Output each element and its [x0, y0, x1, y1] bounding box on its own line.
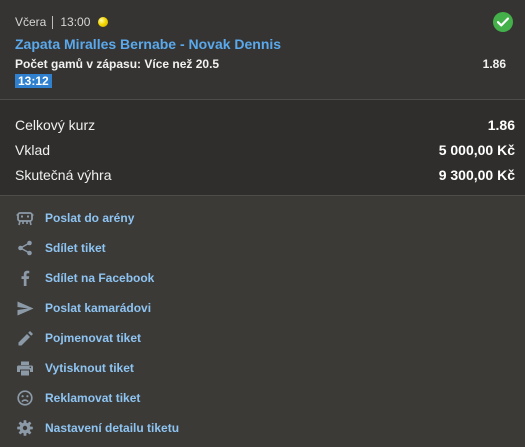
send-to-friend-button[interactable]: Poslat kamarádovi	[0, 293, 525, 323]
arena-icon	[16, 209, 34, 227]
ticket-header: Včera 13:00 Zapata Miralles Bernabe - No…	[0, 0, 525, 100]
match-name-link[interactable]: Zapata Miralles Bernabe - Novak Dennis	[15, 35, 510, 53]
ticket-time: 13:00	[60, 15, 91, 29]
complain-ticket-button[interactable]: Reklamovat tiket	[0, 383, 525, 413]
send-to-arena-button[interactable]: Poslat do arény	[0, 203, 525, 233]
printer-icon	[16, 359, 34, 377]
gear-icon	[16, 419, 34, 437]
pencil-icon	[16, 329, 34, 347]
share-facebook-label: Sdílet na Facebook	[45, 271, 155, 285]
win-row: Skutečná výhra 9 300,00 Kč	[15, 166, 515, 191]
ticket-actions: Poslat do arény Sdílet tiket Sdílet na F…	[0, 196, 525, 443]
total-odds-label: Celkový kurz	[15, 117, 96, 133]
share-ticket-label: Sdílet tiket	[45, 241, 106, 255]
market-odd: 1.86	[482, 57, 506, 71]
stake-value: 5 000,00 Kč	[438, 142, 515, 158]
share-facebook-button[interactable]: Sdílet na Facebook	[0, 263, 525, 293]
complain-ticket-label: Reklamovat tiket	[45, 391, 141, 405]
stake-row: Vklad 5 000,00 Kč	[15, 141, 515, 166]
sad-face-icon	[16, 389, 34, 407]
print-ticket-button[interactable]: Vytisknout tiket	[0, 353, 525, 383]
share-icon	[16, 239, 34, 257]
rename-ticket-button[interactable]: Pojmenovat tiket	[0, 323, 525, 353]
win-value: 9 300,00 Kč	[438, 167, 515, 183]
rename-ticket-label: Pojmenovat tiket	[45, 331, 142, 345]
ticket-meta: Včera 13:00	[15, 14, 510, 30]
total-odds-row: Celkový kurz 1.86	[15, 116, 515, 141]
send-to-arena-label: Poslat do arény	[45, 211, 135, 225]
check-circle-icon	[493, 12, 513, 32]
send-icon	[16, 299, 34, 317]
match-time-badge: 13:12	[15, 74, 52, 88]
ticket-detail-settings-button[interactable]: Nastavení detailu tiketu	[0, 413, 525, 443]
facebook-icon	[16, 269, 34, 287]
tennis-ball-icon	[98, 17, 109, 27]
ticket-detail-settings-label: Nastavení detailu tiketu	[45, 421, 180, 435]
share-ticket-button[interactable]: Sdílet tiket	[0, 233, 525, 263]
meta-divider	[52, 15, 54, 29]
market-row: Počet gamů v zápasu: Více než 20.5 1.86	[15, 56, 510, 72]
print-ticket-label: Vytisknout tiket	[45, 361, 134, 375]
send-to-friend-label: Poslat kamarádovi	[45, 301, 152, 315]
total-odds-value: 1.86	[487, 117, 515, 133]
stake-label: Vklad	[15, 142, 51, 158]
win-label: Skutečná výhra	[15, 167, 112, 183]
market-label: Počet gamů v zápasu: Více než 20.5	[15, 57, 220, 71]
ticket-date: Včera	[15, 15, 47, 29]
ticket-summary: Celkový kurz 1.86 Vklad 5 000,00 Kč Skut…	[0, 100, 525, 196]
